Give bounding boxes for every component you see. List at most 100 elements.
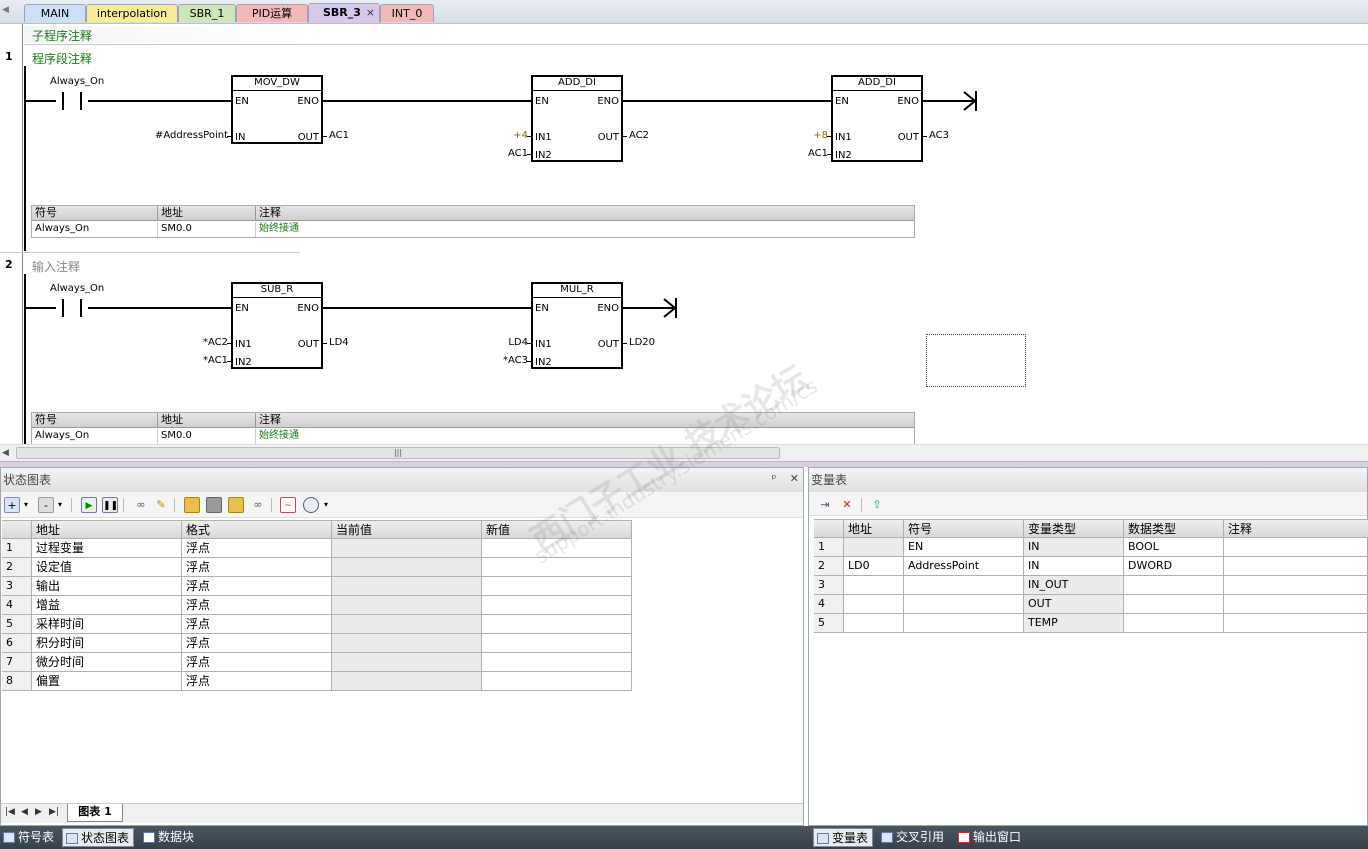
glasses-read-icon[interactable]: ∞	[133, 497, 149, 513]
next-sheet-icon[interactable]: ▶	[35, 807, 42, 817]
network-comment[interactable]: 程序段注释	[32, 50, 92, 67]
format-cell[interactable]: 浮点	[182, 558, 332, 577]
format-cell[interactable]: 浮点	[182, 653, 332, 672]
tab-variable-table[interactable]: 变量表	[813, 828, 874, 847]
row-number[interactable]: 6	[2, 634, 32, 653]
operand-in[interactable]: #AddressPoint	[140, 130, 228, 142]
operand-in2[interactable]: *AC3	[480, 355, 528, 367]
symbol-cell[interactable]: EN	[904, 538, 1024, 557]
column-header[interactable]: 格式	[182, 520, 332, 539]
row-number[interactable]: 2	[814, 557, 844, 576]
address-cell[interactable]: 输出	[32, 577, 182, 596]
data-type-cell[interactable]: DWORD	[1124, 557, 1224, 576]
operand-in1[interactable]: +8	[780, 130, 828, 142]
network-comment[interactable]: 输入注释	[32, 258, 80, 275]
last-sheet-icon[interactable]: ▶|	[49, 807, 59, 817]
tab-cross-reference[interactable]: 交叉引用	[878, 828, 948, 847]
row-number[interactable]: 8	[2, 672, 32, 691]
pause-monitor-icon[interactable]: ❚❚	[102, 497, 118, 513]
update-icon[interactable]: ⇧	[869, 497, 885, 513]
insert-variable-icon[interactable]: ⇥	[817, 497, 833, 513]
insert-row-icon[interactable]: +	[4, 497, 20, 513]
tab-status-chart[interactable]: 状态图表	[62, 828, 135, 847]
format-cell[interactable]: 浮点	[182, 672, 332, 691]
data-type-cell[interactable]: BOOL	[1124, 538, 1224, 557]
force-lock-icon[interactable]	[184, 497, 200, 513]
symbol-cell[interactable]	[904, 576, 1024, 595]
column-header[interactable]: 地址	[32, 520, 182, 539]
row-number[interactable]: 4	[814, 595, 844, 614]
new-value-cell[interactable]	[482, 558, 632, 577]
row-number[interactable]: 1	[2, 539, 32, 558]
address-cell[interactable]: 过程变量	[32, 539, 182, 558]
comment-cell[interactable]	[1224, 595, 1368, 614]
start-monitor-icon[interactable]: ▶	[81, 497, 97, 513]
unforce-icon[interactable]	[206, 497, 222, 513]
address-cell[interactable]: 积分时间	[32, 634, 182, 653]
operand-in2[interactable]: AC1	[480, 148, 528, 160]
dropdown-arrow-icon[interactable]: ▾	[22, 497, 30, 513]
operand-out[interactable]: AC2	[629, 130, 649, 142]
tab-int-0[interactable]: INT_0	[380, 4, 434, 22]
normally-open-contact[interactable]	[56, 299, 88, 317]
tab-interpolation[interactable]: interpolation	[86, 4, 178, 22]
trend-view-icon[interactable]: ~	[280, 497, 296, 513]
operand-in1[interactable]: LD4	[480, 337, 528, 349]
unforce-all-icon[interactable]	[228, 497, 244, 513]
row-number[interactable]: 2	[2, 558, 32, 577]
tab-symbol-table[interactable]: 符号表	[0, 828, 58, 847]
row-number[interactable]: 4	[2, 596, 32, 615]
format-cell[interactable]: 浮点	[182, 634, 332, 653]
mov-dw-box[interactable]: MOV_DW EN IN ENO OUT	[231, 75, 323, 144]
new-value-cell[interactable]	[482, 634, 632, 653]
comment-cell[interactable]	[1224, 576, 1368, 595]
tab-output-window[interactable]: 输出窗口	[955, 828, 1025, 847]
data-type-cell[interactable]	[1124, 595, 1224, 614]
tab-data-block[interactable]: 数据块	[140, 828, 198, 847]
column-header[interactable]: 变量类型	[1024, 519, 1124, 538]
address-cell[interactable]: 偏置	[32, 672, 182, 691]
column-header[interactable]: 当前值	[332, 520, 482, 539]
ladder-editor[interactable]: 子程序注释 1 程序段注释 Always_On MOV_DW EN IN ENO…	[0, 24, 1368, 444]
format-cell[interactable]: 浮点	[182, 596, 332, 615]
tag-icon[interactable]	[303, 497, 319, 513]
comment-cell[interactable]	[1224, 557, 1368, 576]
data-type-cell[interactable]	[1124, 576, 1224, 595]
tab-sbr-1[interactable]: SBR_1	[178, 4, 236, 22]
prev-sheet-icon[interactable]: ◀	[21, 807, 28, 817]
symbol-cell[interactable]: AddressPoint	[904, 557, 1024, 576]
normally-open-contact[interactable]	[56, 92, 88, 110]
operand-out[interactable]: LD20	[629, 337, 655, 349]
add-di-box[interactable]: ADD_DI EN IN1 IN2 ENO OUT	[831, 75, 923, 162]
row-number[interactable]: 7	[2, 653, 32, 672]
sub-r-box[interactable]: SUB_R EN IN1 IN2 ENO OUT	[231, 282, 323, 369]
data-type-cell[interactable]	[1124, 614, 1224, 633]
column-header[interactable]: 数据类型	[1124, 519, 1224, 538]
operand-in2[interactable]: *AC1	[180, 355, 228, 367]
operand-in2[interactable]: AC1	[780, 148, 828, 160]
add-di-box[interactable]: ADD_DI EN IN1 IN2 ENO OUT	[531, 75, 623, 162]
dropdown-arrow-icon[interactable]: ▾	[322, 497, 330, 513]
comment-cell[interactable]	[1224, 538, 1368, 557]
new-value-cell[interactable]	[482, 596, 632, 615]
row-number[interactable]: 1	[814, 538, 844, 557]
row-number[interactable]: 5	[2, 615, 32, 634]
new-value-cell[interactable]	[482, 672, 632, 691]
column-header[interactable]: 地址	[844, 519, 904, 538]
new-value-cell[interactable]	[482, 653, 632, 672]
new-value-cell[interactable]	[482, 615, 632, 634]
first-sheet-icon[interactable]: |◀	[5, 807, 15, 817]
scroll-left-arrow-icon[interactable]: ◀	[2, 448, 9, 458]
pin-icon[interactable]: ᵖ	[772, 472, 777, 485]
column-header[interactable]: 注释	[1224, 519, 1368, 538]
operand-out[interactable]: AC1	[329, 130, 349, 142]
subroutine-comment[interactable]: 子程序注释	[32, 27, 92, 44]
tab-pid[interactable]: PID运算	[236, 4, 308, 22]
operand-in1[interactable]: +4	[480, 130, 528, 142]
symbol-cell[interactable]	[904, 595, 1024, 614]
tab-sbr-3[interactable]: SBR_3 ×	[308, 3, 380, 23]
delete-row-icon[interactable]: -	[38, 497, 54, 513]
format-cell[interactable]: 浮点	[182, 577, 332, 596]
address-cell[interactable]: 采样时间	[32, 615, 182, 634]
new-value-cell[interactable]	[482, 577, 632, 596]
